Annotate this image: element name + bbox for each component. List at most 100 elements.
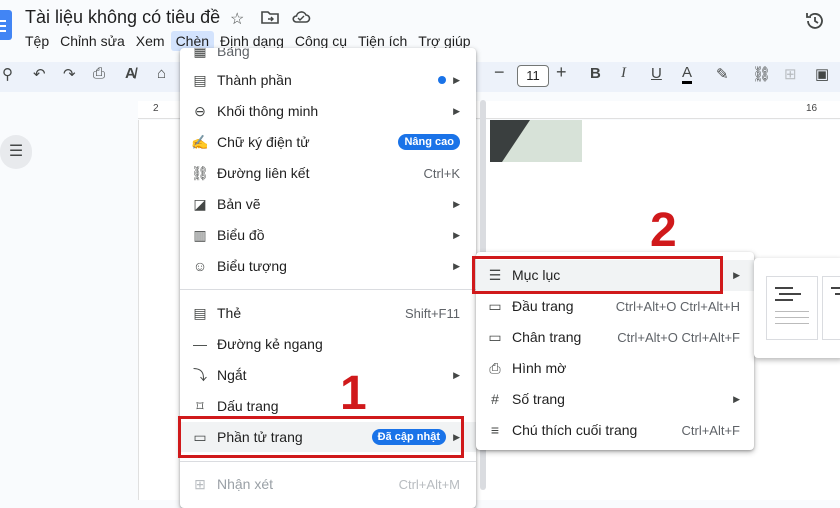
menu-item-label: Nhận xét [217, 476, 274, 492]
premium-badge: Nâng cao [398, 134, 460, 150]
signature-icon: ✍ [191, 133, 209, 150]
toc-style-option-links[interactable] [822, 276, 840, 340]
submenu-item-page-numbers[interactable]: # Số trang ▶ [476, 384, 754, 415]
submenu-arrow-icon: ▶ [453, 260, 460, 271]
chart-icon: ▥ [193, 226, 207, 243]
menu-item-label: Dấu trang [217, 398, 279, 414]
menu-item-label: Đường liên kết [217, 165, 310, 181]
components-icon: ▤ [193, 71, 207, 88]
menu-item-label: Chữ ký điện tử [217, 134, 310, 150]
smart-chips-icon: ⊖ [194, 102, 206, 119]
text-color-icon[interactable]: A [682, 65, 693, 84]
horizontal-line-icon: — [193, 336, 207, 352]
submenu-arrow-icon: ▶ [453, 229, 460, 240]
submenu-item-shortcut: Ctrl+Alt+O Ctrl+Alt+H [615, 299, 740, 314]
menu-separator [180, 289, 476, 290]
submenu-item-footnote[interactable]: ≡ Chú thích cuối trang Ctrl+Alt+F [476, 415, 754, 446]
bookmark-icon: ⌑ [196, 397, 204, 414]
add-comment-icon[interactable]: ⊞ [784, 65, 797, 83]
version-history-icon[interactable] [804, 10, 826, 38]
font-size-input[interactable]: 11 [517, 65, 549, 87]
menu-item-drawing[interactable]: ◪ Bản vẽ ▶ [180, 189, 476, 219]
menu-item-label: Biểu đồ [217, 227, 265, 243]
redo-icon[interactable]: ↷ [63, 65, 76, 83]
decrease-font-size-icon[interactable]: − [494, 62, 505, 83]
submenu-arrow-icon: ▶ [733, 270, 740, 280]
menu-item-esignature[interactable]: ✍ Chữ ký điện tử Nâng cao [180, 127, 476, 157]
menu-item-label: Ngắt [217, 367, 247, 383]
step-number-2: 2 [650, 204, 677, 257]
menu-item-tab[interactable]: ▤ Thẻ Shift+F11 [180, 298, 476, 328]
menu-item-components[interactable]: ▤ Thành phần ▶ [180, 65, 476, 95]
footer-icon: ▭ [488, 329, 502, 345]
menu-item-label: Biểu tượng [217, 258, 287, 274]
menu-item-horizontal-line[interactable]: — Đường kẻ ngang [180, 329, 476, 359]
page-number-icon: # [491, 391, 499, 407]
menu-item-shortcut: Shift+F11 [404, 305, 460, 321]
docs-logo-icon[interactable] [0, 10, 12, 40]
star-icon[interactable]: ☆ [230, 9, 244, 29]
new-indicator-dot [438, 76, 446, 84]
submenu-arrow-icon: ▶ [453, 74, 460, 85]
submenu-item-watermark[interactable]: ⎙ Hình mờ [476, 353, 754, 384]
undo-icon[interactable]: ↶ [33, 65, 46, 83]
menu-item-smart-chips[interactable]: ⊖ Khối thông minh ▶ [180, 96, 476, 126]
highlight-color-icon[interactable]: ✎ [716, 65, 729, 83]
menu-item-label: Thẻ [217, 305, 242, 321]
tab-icon: ▤ [193, 304, 207, 321]
ruler-number: 2 [153, 103, 159, 114]
menu-item-label: Thành phần [217, 72, 292, 88]
submenu-item-shortcut: Ctrl+Alt+F [681, 423, 740, 438]
move-folder-icon[interactable] [261, 9, 279, 30]
menu-item-link[interactable]: ⛓ Đường liên kết Ctrl+K [180, 158, 476, 188]
document-title[interactable]: Tài liệu không có tiêu đề [25, 7, 220, 28]
footnote-icon: ≡ [490, 422, 500, 438]
menu-item-comment[interactable]: ⊞ Nhận xét Ctrl+Alt+M [180, 469, 476, 499]
highlight-box-table-of-contents [472, 256, 723, 294]
header-icon: ▭ [488, 298, 502, 314]
step-number-1: 1 [340, 367, 367, 420]
menu-edit[interactable]: Chỉnh sửa [55, 31, 130, 51]
submenu-item-label: Hình mờ [512, 360, 567, 376]
menu-item-label: Bảng [217, 48, 250, 59]
submenu-arrow-icon: ▶ [453, 198, 460, 209]
document-outline-icon[interactable]: ☰ [0, 135, 32, 169]
cloud-status-icon[interactable] [291, 9, 311, 30]
paint-format-icon[interactable]: ⌂ [157, 65, 166, 82]
bold-icon[interactable]: B [590, 65, 601, 82]
submenu-item-label: Chú thích cuối trang [512, 422, 638, 438]
submenu-item-footer[interactable]: ▭ Chân trang Ctrl+Alt+O Ctrl+Alt+F [476, 322, 754, 353]
document-image[interactable] [490, 120, 582, 162]
increase-font-size-icon[interactable]: + [556, 62, 567, 83]
insert-image-icon[interactable]: ▣ [815, 65, 829, 83]
table-icon: ▦ [193, 48, 207, 59]
toc-style-option-numbered[interactable] [766, 276, 818, 340]
menu-item-table[interactable]: ▦ Bảng [180, 48, 476, 66]
menu-file[interactable]: Tệp [25, 31, 54, 51]
drawing-icon: ◪ [193, 195, 207, 212]
ruler-number: 16 [806, 103, 818, 114]
search-menus-icon[interactable]: ⚲ [2, 65, 13, 83]
menu-item-emoji[interactable]: ☺ Biểu tượng ▶ [180, 251, 476, 281]
menu-item-label: Khối thông minh [217, 103, 319, 119]
underline-icon[interactable]: U [651, 65, 662, 82]
emoji-icon: ☺ [192, 258, 208, 274]
submenu-arrow-icon: ▶ [453, 369, 460, 380]
link-icon: ⛓ [191, 164, 209, 181]
watermark-icon: ⎙ [489, 360, 501, 376]
print-icon[interactable]: ⎙ [93, 65, 105, 82]
submenu-item-label: Đầu trang [512, 298, 574, 314]
spellcheck-icon[interactable]: A̸ [125, 65, 136, 82]
submenu-arrow-icon: ▶ [453, 105, 460, 116]
menu-item-break[interactable]: ⤵ Ngắt ▶ [180, 360, 476, 390]
submenu-arrow-icon: ▶ [733, 394, 740, 404]
submenu-item-shortcut: Ctrl+Alt+O Ctrl+Alt+F [617, 330, 740, 345]
italic-icon[interactable]: I [621, 65, 626, 82]
menu-item-chart[interactable]: ▥ Biểu đồ ▶ [180, 220, 476, 250]
menu-item-label: Bản vẽ [217, 196, 261, 212]
insert-link-icon[interactable]: ⛓ [752, 65, 771, 83]
submenu-item-header[interactable]: ▭ Đầu trang Ctrl+Alt+O Ctrl+Alt+H [476, 291, 754, 322]
menu-separator [180, 461, 476, 462]
menu-view[interactable]: Xem [131, 31, 170, 51]
toc-style-picker [754, 258, 840, 358]
